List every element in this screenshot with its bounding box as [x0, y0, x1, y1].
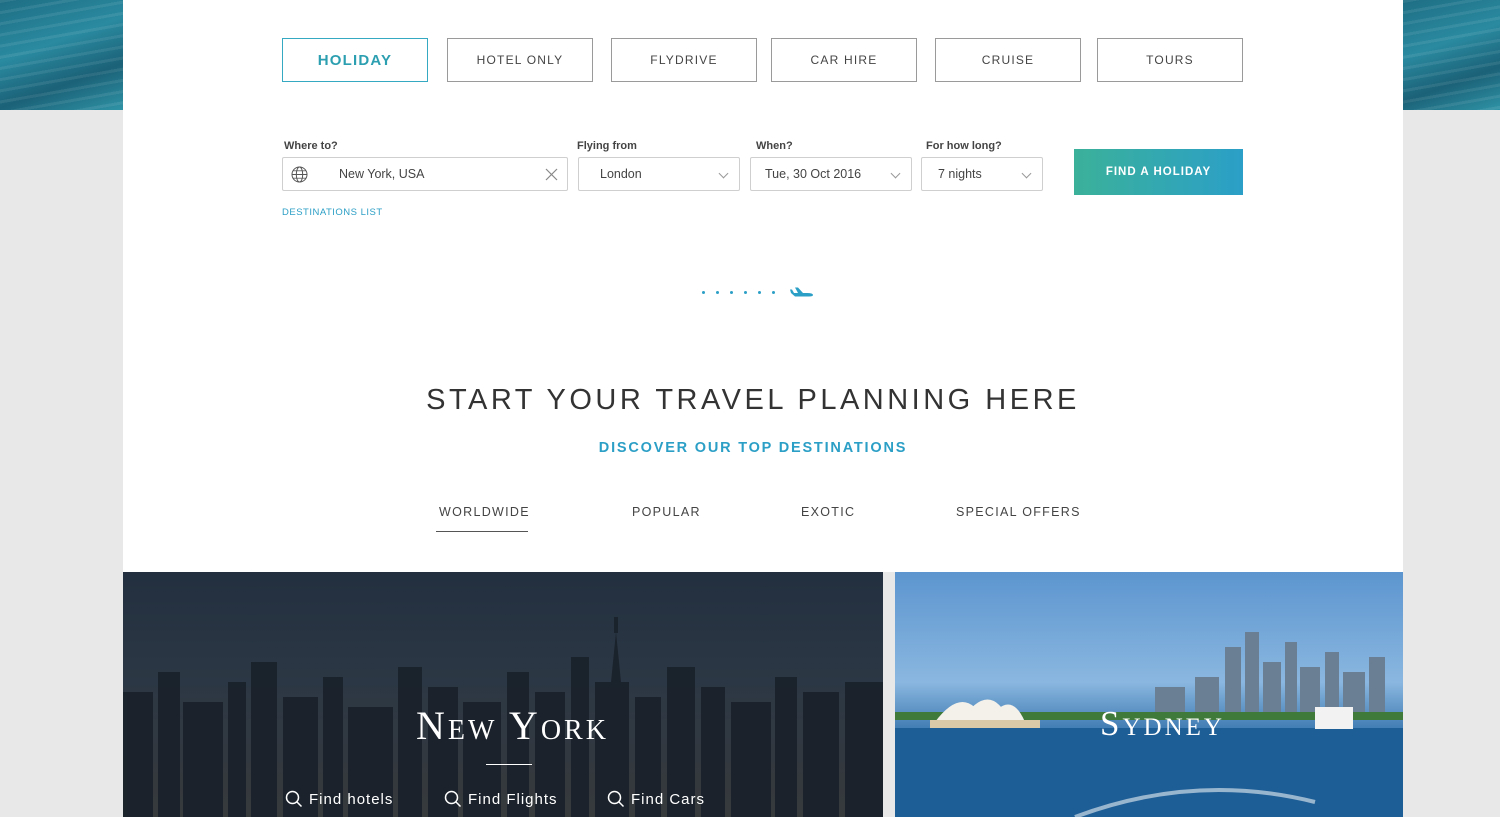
search-panel: HOLIDAY HOTEL ONLY FLYDRIVE CAR HIRE CRU…: [123, 0, 1403, 572]
from-value: London: [600, 167, 642, 181]
where-input[interactable]: [339, 167, 519, 181]
when-value: Tue, 30 Oct 2016: [765, 167, 862, 181]
dot: [744, 290, 747, 294]
section-subheadline: DISCOVER OUR TOP DESTINATIONS: [598, 440, 908, 456]
find-cars-link[interactable]: Find Cars: [607, 790, 705, 808]
close-icon[interactable]: [545, 168, 558, 181]
duration-label: For how long?: [926, 140, 1002, 152]
destination-card-new-york[interactable]: New York Find hotels Find Flights Find C…: [123, 572, 883, 817]
duration-select[interactable]: 7 nights: [921, 157, 1043, 191]
find-flights-link[interactable]: Find Flights: [444, 790, 558, 808]
dot: [730, 290, 733, 294]
destinations-list-link[interactable]: DESTINATIONS LIST: [282, 207, 383, 218]
skyline-image: [123, 572, 883, 817]
city-title-new-york: New York: [416, 703, 609, 748]
city-title-sydney: Sydney: [1100, 704, 1225, 743]
find-holiday-button[interactable]: FIND A HOLIDAY: [1074, 149, 1243, 195]
chevron-down-icon: [1021, 168, 1032, 179]
airplane-icon: [789, 286, 815, 298]
duration-value: 7 nights: [938, 167, 982, 181]
tab-tours[interactable]: TOURS: [1097, 38, 1243, 82]
search-icon: [607, 790, 625, 808]
tab-car-hire[interactable]: CAR HIRE: [771, 38, 917, 82]
find-hotels-link[interactable]: Find hotels: [285, 790, 393, 808]
when-select[interactable]: Tue, 30 Oct 2016: [750, 157, 912, 191]
harbour-image: [895, 632, 1403, 817]
when-label: When?: [756, 140, 793, 152]
from-select[interactable]: London: [578, 157, 740, 191]
category-worldwide[interactable]: WORLDWIDE: [439, 505, 530, 519]
active-category-underline: [436, 531, 528, 532]
category-popular[interactable]: POPULAR: [632, 505, 701, 519]
title-divider: [486, 764, 532, 765]
search-icon: [285, 790, 303, 808]
tab-hotel-only[interactable]: HOTEL ONLY: [447, 38, 593, 82]
dot: [716, 290, 719, 294]
loading-indicator: [702, 286, 815, 298]
find-flights-label: Find Flights: [468, 790, 558, 808]
category-exotic[interactable]: EXOTIC: [801, 505, 855, 519]
dot: [702, 290, 705, 294]
dot: [772, 290, 775, 294]
destination-card-sydney[interactable]: Sydney: [895, 572, 1403, 817]
section-headline: START YOUR TRAVEL PLANNING HERE: [426, 384, 1080, 416]
ocean-background-left: [0, 0, 123, 110]
category-special-offers[interactable]: SPECIAL OFFERS: [956, 505, 1081, 519]
from-label: Flying from: [577, 140, 637, 152]
where-field[interactable]: [282, 157, 568, 191]
product-tabs: HOLIDAY HOTEL ONLY FLYDRIVE CAR HIRE CRU…: [282, 38, 1243, 82]
search-icon: [444, 790, 462, 808]
where-label: Where to?: [284, 140, 338, 152]
tab-flydrive[interactable]: FLYDRIVE: [611, 38, 757, 82]
dot: [758, 290, 761, 294]
ocean-background-right: [1403, 0, 1500, 110]
tab-holiday[interactable]: HOLIDAY: [282, 38, 428, 82]
find-cars-label: Find Cars: [631, 790, 706, 808]
find-hotels-label: Find hotels: [309, 790, 394, 808]
chevron-down-icon: [890, 168, 901, 179]
chevron-down-icon: [718, 168, 729, 179]
tab-cruise[interactable]: CRUISE: [935, 38, 1081, 82]
globe-icon: [291, 166, 308, 183]
